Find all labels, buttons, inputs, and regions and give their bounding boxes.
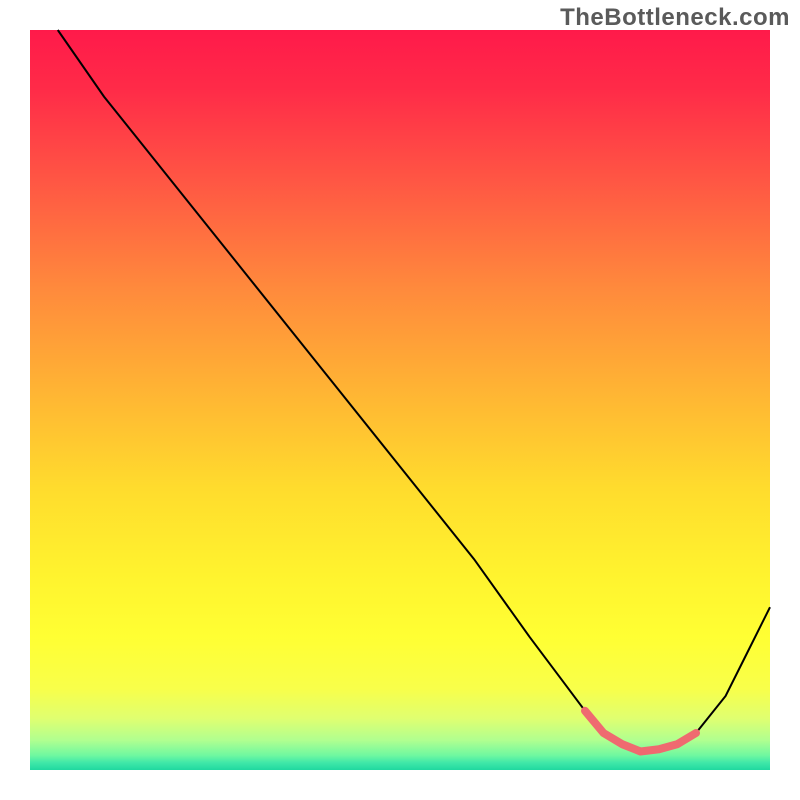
plot-area-background [30, 30, 770, 770]
chart-svg [0, 0, 800, 800]
bottleneck-chart: TheBottleneck.com [0, 0, 800, 800]
watermark-text: TheBottleneck.com [560, 4, 790, 32]
